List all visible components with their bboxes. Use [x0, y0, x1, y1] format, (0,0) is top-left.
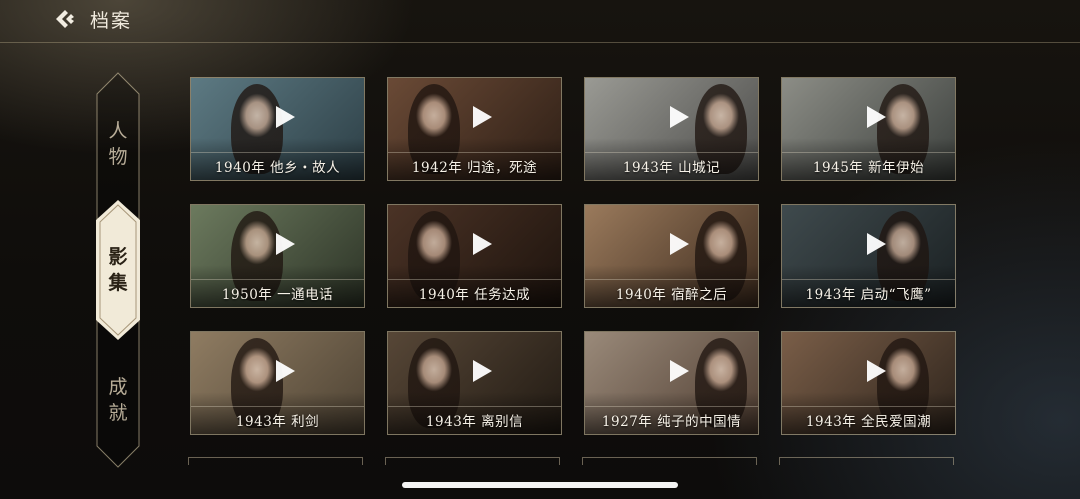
video-card[interactable]: 1943年 启动“飞鹰” — [781, 204, 956, 308]
video-year: 1940年 — [214, 160, 266, 176]
caption-divider — [191, 279, 364, 280]
video-caption: 1927年 纯子的中国情 — [585, 410, 758, 430]
video-title: 山城记 — [678, 160, 721, 176]
sidebar-item-label: 集 — [108, 272, 128, 294]
video-year: 1943年 — [805, 287, 856, 303]
video-card[interactable]: 1943年 山城记 — [584, 77, 759, 181]
page-title: 档案 — [90, 10, 133, 32]
home-indicator — [402, 482, 678, 488]
play-icon[interactable] — [275, 233, 295, 255]
sidebar-item-gallery[interactable]: 影 集 — [96, 244, 140, 296]
video-caption: 1940年 任务达成 — [388, 283, 561, 303]
video-title: 纯子的中国情 — [657, 414, 742, 430]
caption-divider — [585, 406, 758, 407]
video-card[interactable]: 1943年 利剑 — [190, 331, 365, 435]
video-caption: 1943年 山城记 — [585, 156, 758, 176]
video-caption: 1943年 全民爱国潮 — [782, 410, 955, 430]
play-icon[interactable] — [669, 233, 689, 255]
video-caption: 1940年 宿醉之后 — [585, 283, 758, 303]
top-bar: 档案 — [0, 0, 1080, 43]
video-title: 他乡・故人 — [270, 160, 341, 176]
play-icon[interactable] — [866, 233, 886, 255]
sidebar-item-label: 成 — [108, 376, 128, 398]
video-card[interactable]: 1950年 一通电话 — [190, 204, 365, 308]
video-caption: 1950年 一通电话 — [191, 283, 364, 303]
play-icon[interactable] — [472, 106, 492, 128]
play-icon[interactable] — [275, 360, 295, 382]
video-caption: 1942年 归途，死途 — [388, 156, 561, 176]
back-icon[interactable] — [54, 8, 76, 30]
gallery-grid: 1940年 他乡・故人 1942年 归途，死途 1943年 山城记 1945年 新年伊… — [188, 75, 958, 499]
video-year: 1927年 — [601, 414, 653, 430]
play-icon[interactable] — [275, 106, 295, 128]
video-card[interactable]: 1945年 新年伊始 — [781, 77, 956, 181]
video-title: 宿醉之后 — [671, 287, 728, 303]
caption-divider — [191, 406, 364, 407]
partial-card — [385, 457, 560, 465]
caption-divider — [388, 406, 561, 407]
video-title: 任务达成 — [474, 287, 531, 303]
video-year: 1943年 — [425, 414, 477, 430]
video-year: 1945年 — [812, 160, 864, 176]
caption-divider — [782, 279, 955, 280]
video-year: 1942年 — [411, 160, 463, 176]
play-icon[interactable] — [472, 233, 492, 255]
video-caption: 1943年 离别信 — [388, 410, 561, 430]
video-caption: 1940年 他乡・故人 — [191, 156, 364, 176]
video-card[interactable]: 1940年 任务达成 — [387, 204, 562, 308]
partial-card — [779, 457, 954, 465]
video-title: 新年伊始 — [868, 160, 925, 176]
partial-card — [582, 457, 757, 465]
video-year: 1943年 — [235, 414, 287, 430]
video-year: 1943年 — [805, 414, 857, 430]
category-sidebar: 人 物 影 集 成 就 — [96, 72, 140, 468]
video-caption: 1945年 新年伊始 — [782, 156, 955, 176]
sidebar-item-characters[interactable]: 人 物 — [96, 118, 140, 170]
video-card[interactable]: 1943年 全民爱国潮 — [781, 331, 956, 435]
sidebar-item-label: 物 — [108, 146, 128, 168]
play-icon[interactable] — [669, 360, 689, 382]
video-caption: 1943年 启动“飞鹰” — [782, 283, 955, 303]
video-year: 1950年 — [221, 287, 273, 303]
video-card[interactable]: 1940年 他乡・故人 — [190, 77, 365, 181]
sidebar-item-label: 影 — [108, 246, 128, 268]
video-caption: 1943年 利剑 — [191, 410, 364, 430]
video-title: 一通电话 — [277, 287, 334, 303]
video-year: 1943年 — [622, 160, 674, 176]
partial-card — [188, 457, 363, 465]
caption-divider — [585, 279, 758, 280]
caption-divider — [585, 152, 758, 153]
caption-divider — [191, 152, 364, 153]
caption-divider — [782, 406, 955, 407]
video-title: 离别信 — [481, 414, 524, 430]
video-year: 1940年 — [615, 287, 667, 303]
play-icon[interactable] — [866, 106, 886, 128]
sidebar-item-label: 人 — [108, 120, 128, 142]
video-title: 利剑 — [291, 414, 320, 430]
video-card[interactable]: 1927年 纯子的中国情 — [584, 331, 759, 435]
video-year: 1940年 — [418, 287, 470, 303]
video-card[interactable]: 1943年 离别信 — [387, 331, 562, 435]
play-icon[interactable] — [472, 360, 492, 382]
video-title: 归途，死途 — [467, 160, 538, 176]
play-icon[interactable] — [866, 360, 886, 382]
video-title: 全民爱国潮 — [861, 414, 932, 430]
video-card[interactable]: 1940年 宿醉之后 — [584, 204, 759, 308]
sidebar-item-label: 就 — [108, 402, 128, 424]
caption-divider — [388, 152, 561, 153]
play-icon[interactable] — [669, 106, 689, 128]
video-title: 启动“飞鹰” — [860, 287, 932, 303]
sidebar-item-achievements[interactable]: 成 就 — [96, 374, 140, 426]
caption-divider — [388, 279, 561, 280]
caption-divider — [782, 152, 955, 153]
video-card[interactable]: 1942年 归途，死途 — [387, 77, 562, 181]
